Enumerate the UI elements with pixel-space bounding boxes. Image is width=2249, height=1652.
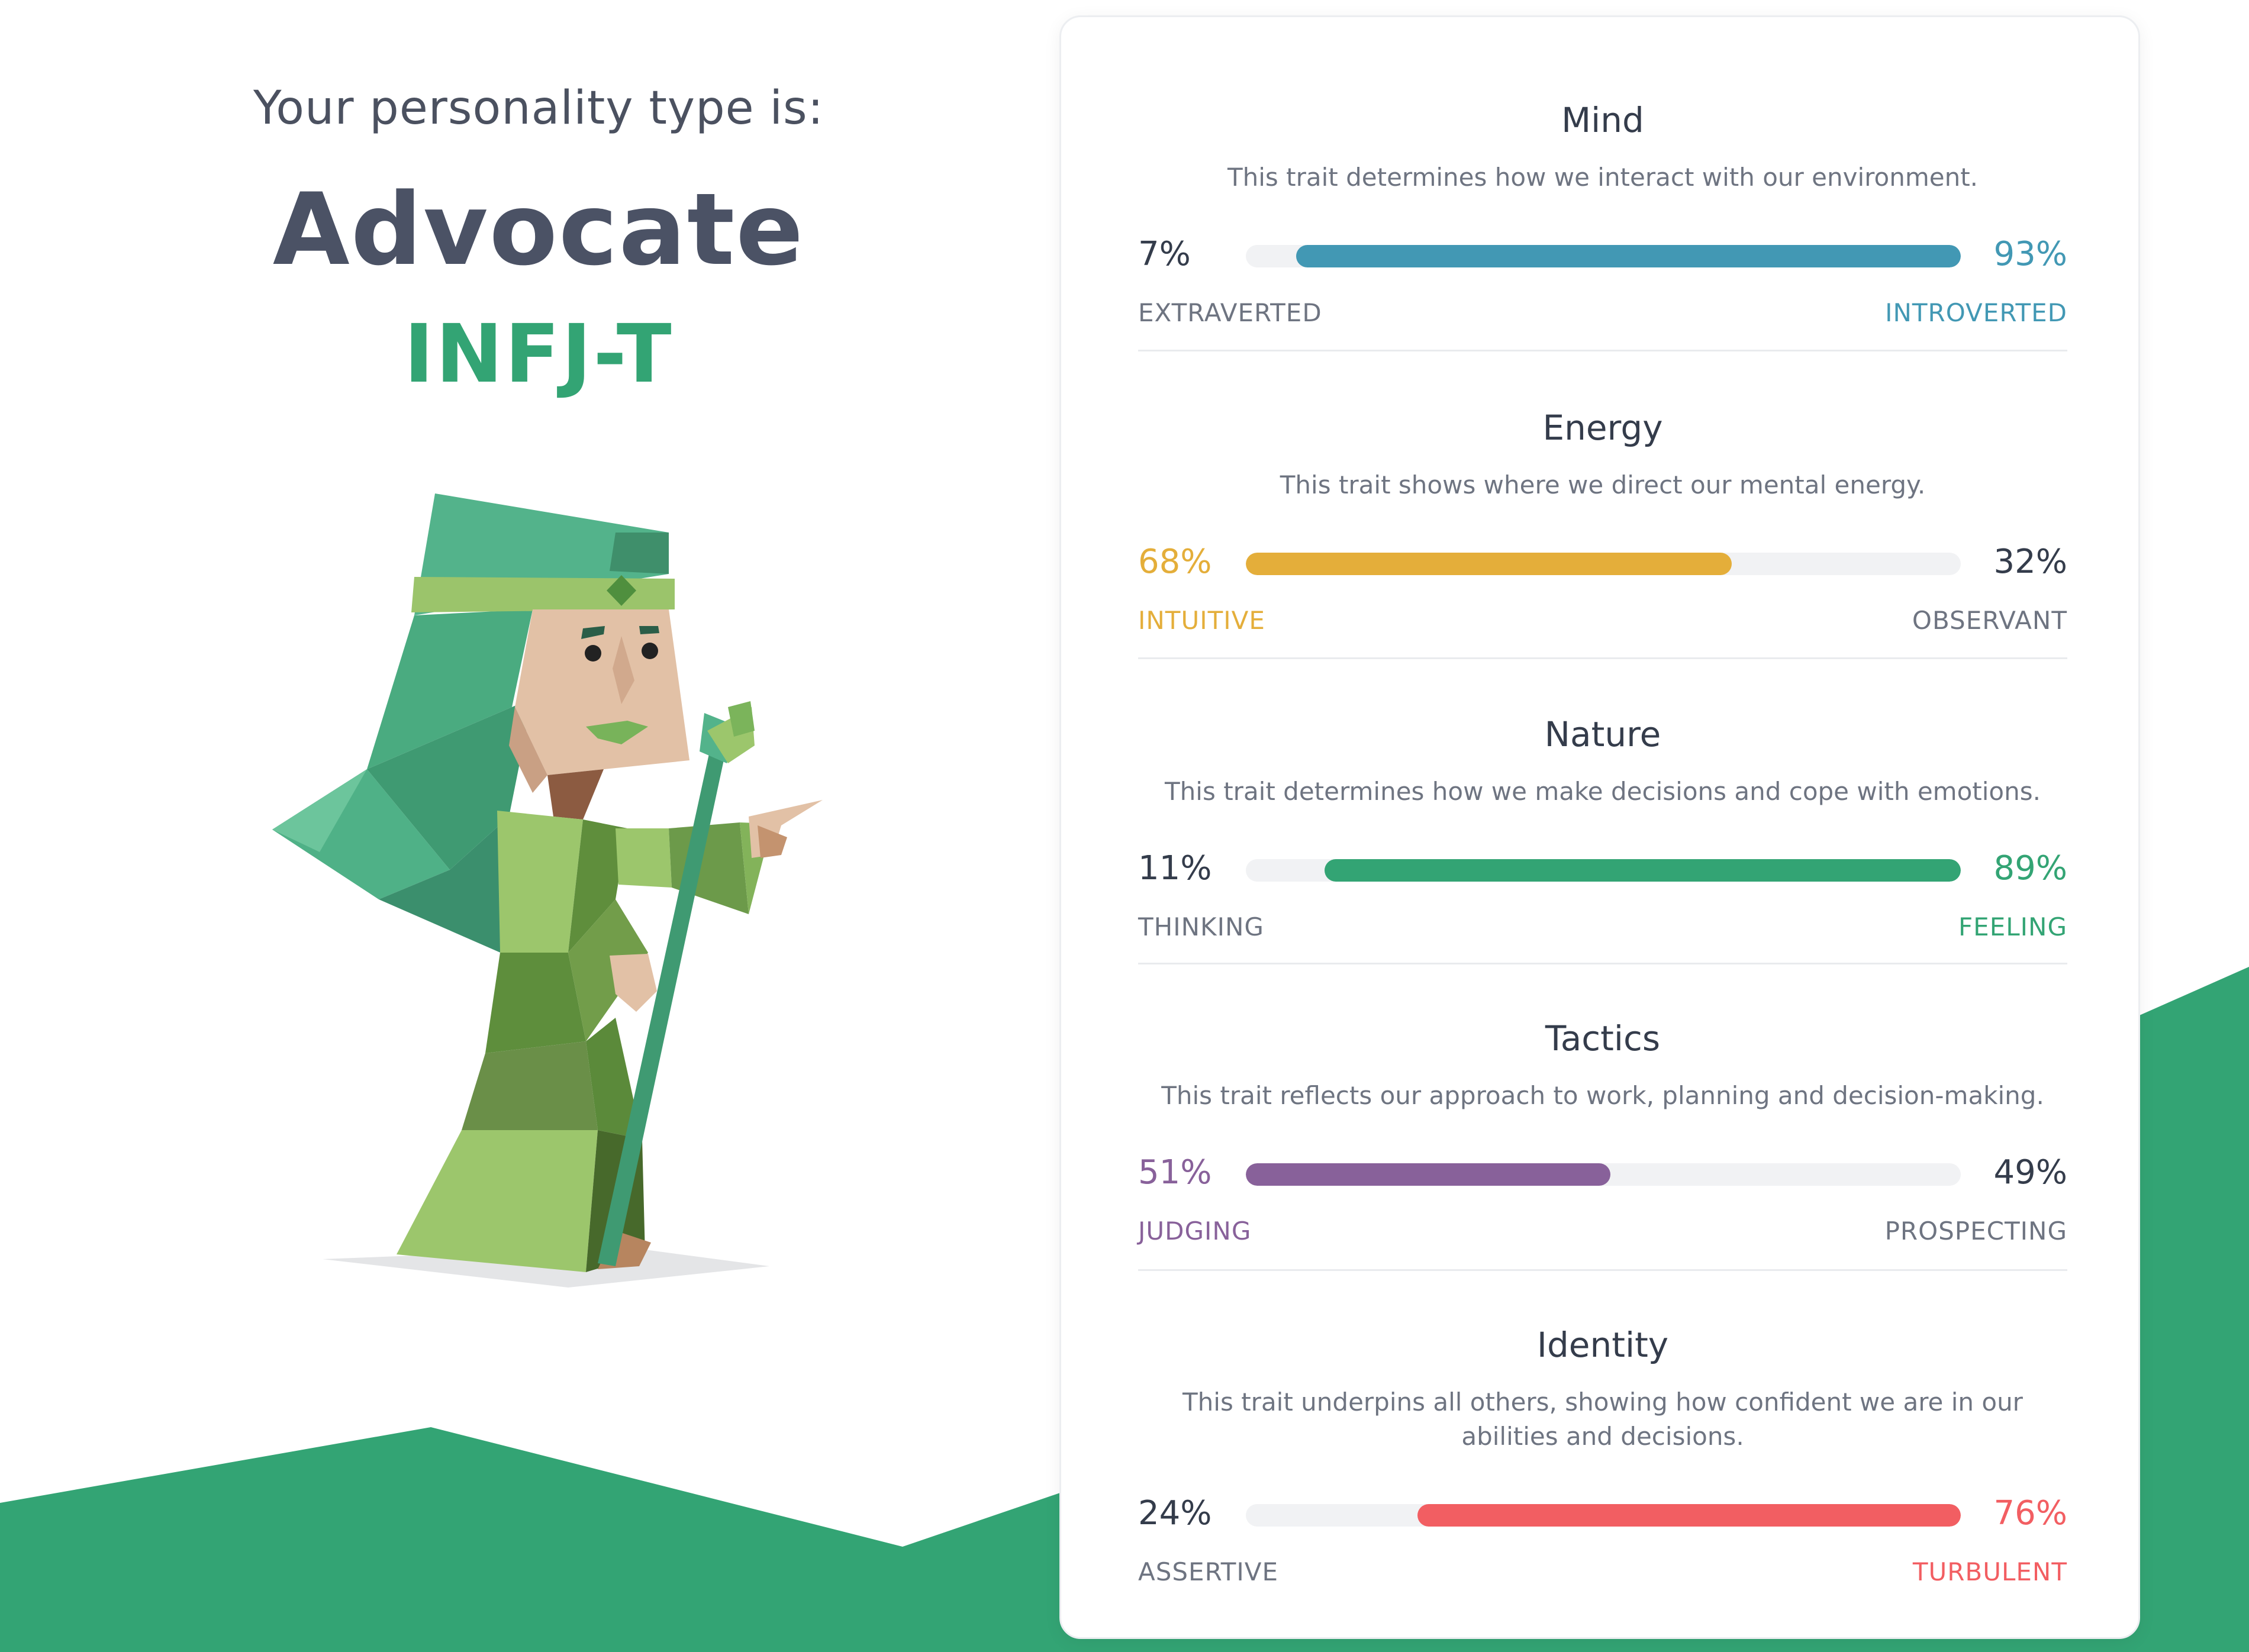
trait-description: This trait underpins all others, showing… xyxy=(1183,1388,2023,1451)
trait-title: Nature xyxy=(1544,714,1661,754)
left-percent: 7% xyxy=(1138,235,1191,273)
trait-bar xyxy=(1246,553,1961,575)
right-label: OBSERVANT xyxy=(1912,606,2067,635)
trait-title: Energy xyxy=(1542,408,1663,448)
trait-description: This trait reflects our approach to work… xyxy=(1161,1081,2044,1110)
right-percent: 89% xyxy=(1993,849,2067,888)
trait-description: This trait shows where we direct our men… xyxy=(1280,470,1926,499)
divider xyxy=(1138,963,2067,964)
intro-text: Your personality type is: xyxy=(253,82,824,135)
trait-breakdown-card: Mind This trait determines how we intera… xyxy=(1059,15,2140,1639)
left-label: THINKING xyxy=(1138,912,1264,941)
left-label: JUDGING xyxy=(1138,1217,1252,1246)
trait-description: This trait determines how we make decisi… xyxy=(1165,777,2041,806)
right-percent: 93% xyxy=(1993,235,2067,273)
divider xyxy=(1138,350,2067,351)
trait-energy: Energy This trait shows where we direct … xyxy=(1138,408,2067,656)
trait-mind: Mind This trait determines how we intera… xyxy=(1138,100,2067,349)
personality-type-code: INFJ-T xyxy=(404,308,674,401)
trait-description: This trait determines how we interact wi… xyxy=(1227,163,1979,192)
trait-identity: Identity This trait underpins all others… xyxy=(1138,1325,2067,1609)
trait-title: Identity xyxy=(1536,1325,1669,1365)
left-percent: 68% xyxy=(1138,543,1212,581)
trait-bar xyxy=(1246,1504,1961,1527)
personality-type-name: Advocate xyxy=(272,172,805,288)
left-percent: 11% xyxy=(1138,849,1212,888)
left-percent: 51% xyxy=(1138,1153,1212,1192)
trait-bar xyxy=(1246,859,1961,882)
right-label: INTROVERTED xyxy=(1885,298,2067,327)
trait-bar xyxy=(1246,245,1961,267)
left-percent: 24% xyxy=(1138,1494,1212,1532)
trait-title: Tactics xyxy=(1545,1018,1661,1059)
trait-bar-fill xyxy=(1246,1163,1611,1186)
left-label: INTUITIVE xyxy=(1138,606,1265,635)
trait-title: Mind xyxy=(1561,100,1644,140)
trait-bar-fill xyxy=(1296,245,1961,267)
trait-bar-fill xyxy=(1417,1504,1961,1527)
trait-bar-fill xyxy=(1324,859,1961,882)
left-label: ASSERTIVE xyxy=(1138,1557,1279,1586)
left-label: EXTRAVERTED xyxy=(1138,298,1322,327)
right-percent: 49% xyxy=(1993,1153,2067,1192)
divider xyxy=(1138,1269,2067,1271)
right-label: FEELING xyxy=(1958,912,2067,941)
trait-bar-fill xyxy=(1246,553,1732,575)
trait-bar xyxy=(1246,1163,1961,1186)
right-label: PROSPECTING xyxy=(1884,1217,2067,1246)
trait-tactics: Tactics This trait reflects our approach… xyxy=(1138,1018,2067,1267)
right-percent: 76% xyxy=(1993,1494,2067,1532)
advocate-character-illustration xyxy=(272,493,823,1288)
divider xyxy=(1138,657,2067,659)
right-percent: 32% xyxy=(1993,543,2067,581)
trait-nature: Nature This trait determines how we make… xyxy=(1138,714,2067,963)
right-label: TURBULENT xyxy=(1912,1557,2067,1586)
